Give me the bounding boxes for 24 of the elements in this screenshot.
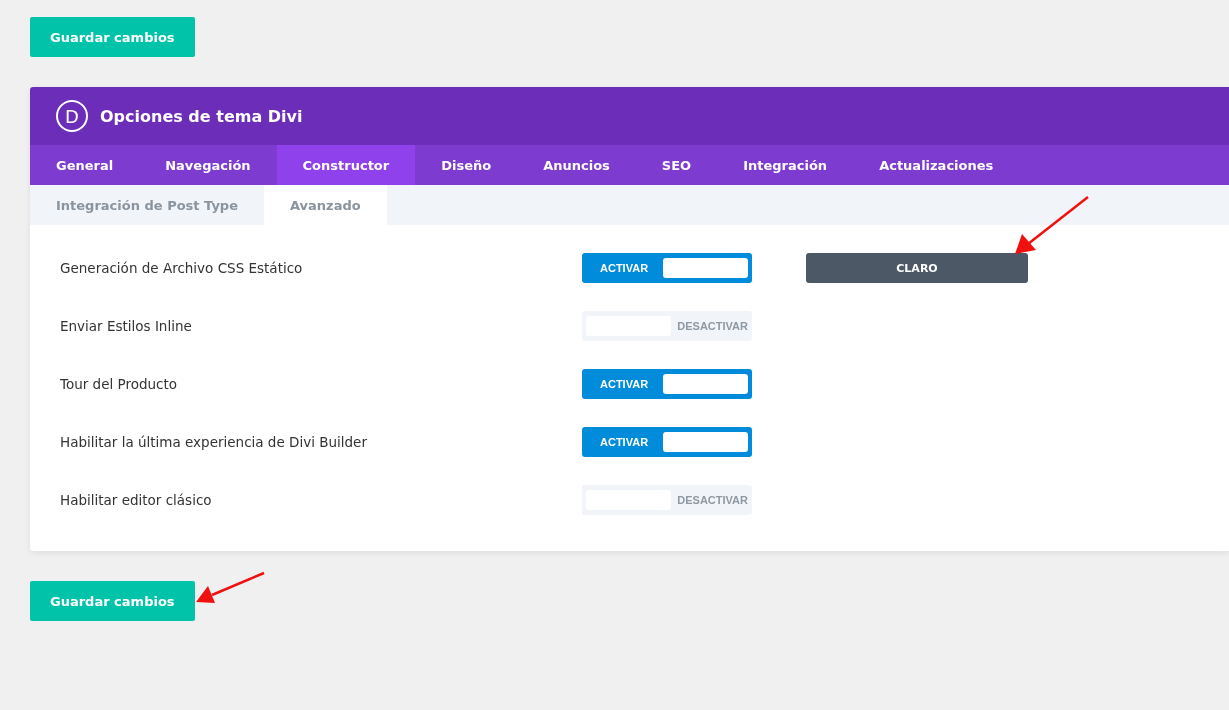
subtab[interactable]: Avanzado bbox=[264, 185, 387, 225]
clear-button[interactable]: CLARO bbox=[806, 253, 1028, 283]
tab[interactable]: Actualizaciones bbox=[853, 145, 1020, 185]
tab[interactable]: Constructor bbox=[276, 145, 416, 185]
setting-label: Generación de Archivo CSS Estático bbox=[60, 260, 304, 276]
pointer-arrow bbox=[196, 571, 265, 603]
setting-label: Tour del Producto bbox=[60, 376, 179, 392]
tab[interactable]: Diseño bbox=[415, 145, 518, 185]
panel-title: Opciones de tema Divi bbox=[100, 106, 303, 126]
setting-label: Habilitar editor clásico bbox=[60, 492, 213, 508]
logo-icon: D bbox=[56, 100, 88, 132]
toggle-switch[interactable]: ACTIVAR bbox=[582, 253, 752, 283]
toggle-switch[interactable]: ACTIVAR bbox=[582, 427, 752, 457]
setting-label: Habilitar la última experiencia de Divi Builder bbox=[60, 434, 368, 450]
toggle-switch[interactable]: ACTIVAR bbox=[582, 369, 752, 399]
tab[interactable]: General bbox=[30, 145, 140, 185]
tab[interactable]: Anuncios bbox=[517, 145, 636, 185]
tab[interactable]: SEO bbox=[635, 145, 718, 185]
toggle-switch[interactable]: DESACTIVAR bbox=[582, 485, 752, 515]
tab[interactable]: Navegación bbox=[139, 145, 277, 185]
tab[interactable]: Integración bbox=[717, 145, 854, 185]
toggle-switch[interactable]: DESACTIVAR bbox=[582, 311, 752, 341]
subtab[interactable]: Integración de Post Type bbox=[30, 185, 264, 225]
setting-label: Enviar Estilos Inline bbox=[60, 318, 193, 334]
